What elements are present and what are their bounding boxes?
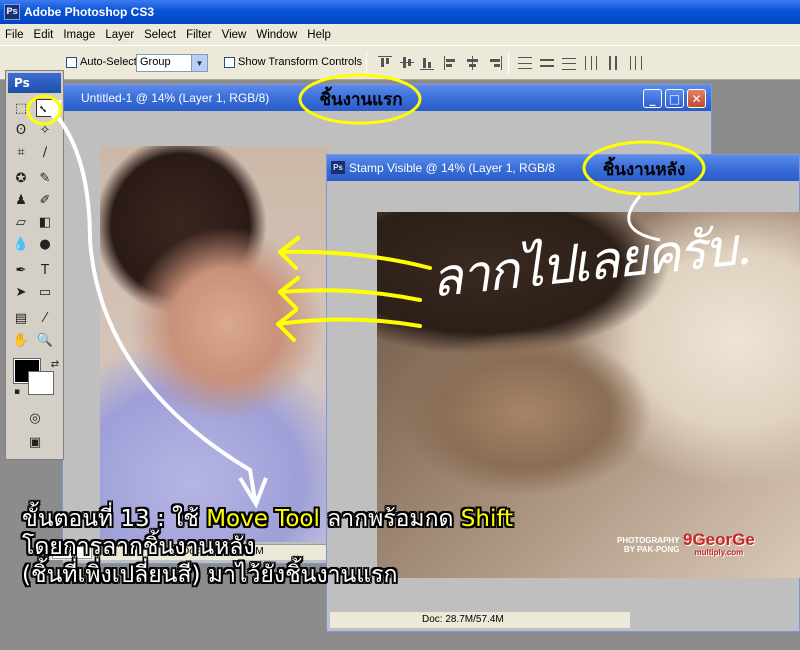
yellow-arrows [276,236,432,342]
callout-first-piece: ชิ้นงานแรก [319,89,403,110]
instruction-key-name: Shift [460,506,514,532]
callout-second-piece: ชิ้นงานหลัง [602,159,686,180]
instruction-caption: ขั้นตอนที่ 13 : ใช้ Move Tool ลากพร้อมกด… [22,505,513,589]
yellow-arrow-2 [278,288,422,302]
yellow-arrow-3 [276,317,422,328]
instruction-action: ลากพร้อมกด [319,506,461,532]
instruction-line-1: ขั้นตอนที่ 13 : ใช้ Move Tool ลากพร้อมกด… [22,505,513,533]
instruction-line-3: (ชิ้นที่เพิ่งเปลี่ยนสี) มาไว้ยังชิ้นงานแ… [22,562,398,588]
white-curved-arrow [48,106,257,501]
instruction-line-2: โดยการลากชิ้นงานหลัง [22,534,255,560]
instruction-tool-name: Move Tool [206,506,320,532]
yellow-arrow-1 [278,249,432,270]
instruction-step: ขั้นตอนที่ 13 : ใช้ [22,506,207,532]
